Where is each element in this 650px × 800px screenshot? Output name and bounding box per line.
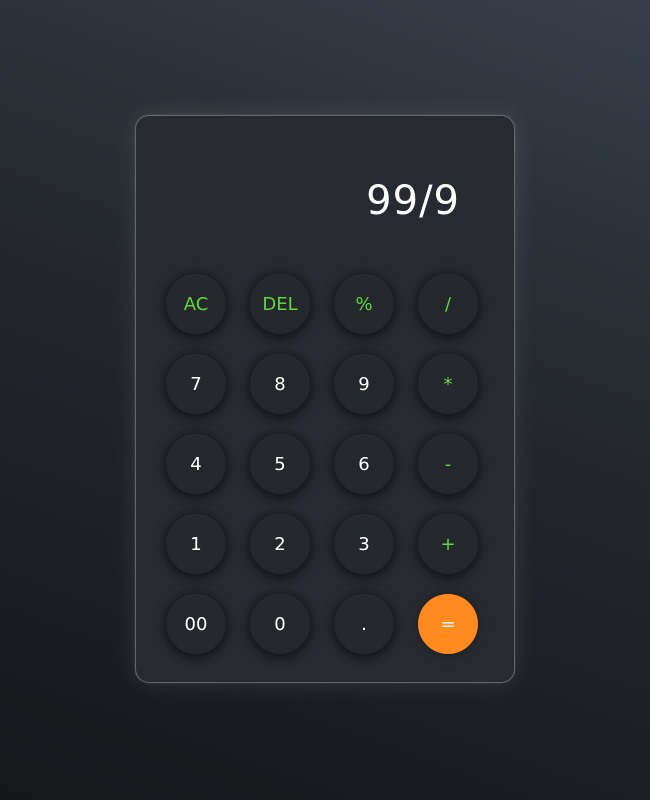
equals-button[interactable]: =: [418, 594, 478, 654]
calculator-panel: 99/9 AC DEL % / 7 8 9 * 4 5 6 - 1 2 3 + …: [135, 115, 515, 683]
digit-3-button[interactable]: 3: [334, 514, 394, 574]
multiply-button[interactable]: *: [418, 354, 478, 414]
delete-button[interactable]: DEL: [250, 274, 310, 334]
digit-2-button[interactable]: 2: [250, 514, 310, 574]
decimal-button[interactable]: .: [334, 594, 394, 654]
double-zero-button[interactable]: 00: [166, 594, 226, 654]
calculator-display: 99/9: [366, 178, 460, 224]
digit-6-button[interactable]: 6: [334, 434, 394, 494]
digit-1-button[interactable]: 1: [166, 514, 226, 574]
ac-button[interactable]: AC: [166, 274, 226, 334]
digit-7-button[interactable]: 7: [166, 354, 226, 414]
divide-button[interactable]: /: [418, 274, 478, 334]
keypad: AC DEL % / 7 8 9 * 4 5 6 - 1 2 3 + 00 0 …: [166, 274, 478, 654]
digit-4-button[interactable]: 4: [166, 434, 226, 494]
digit-5-button[interactable]: 5: [250, 434, 310, 494]
percent-button[interactable]: %: [334, 274, 394, 334]
digit-8-button[interactable]: 8: [250, 354, 310, 414]
digit-9-button[interactable]: 9: [334, 354, 394, 414]
subtract-button[interactable]: -: [418, 434, 478, 494]
add-button[interactable]: +: [418, 514, 478, 574]
digit-0-button[interactable]: 0: [250, 594, 310, 654]
